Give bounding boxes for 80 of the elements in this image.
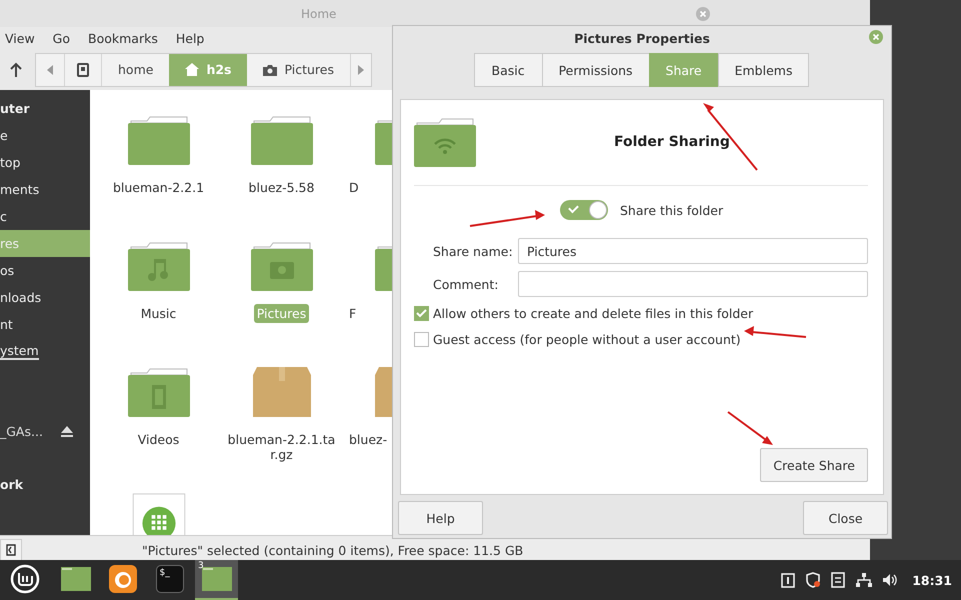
file-name: blueman-2.2.1 (112, 179, 206, 197)
tab[interactable]: Emblems (718, 53, 810, 87)
fox-icon (108, 565, 136, 593)
sidebar-item[interactable]: top (0, 149, 90, 176)
breadcrumb-button[interactable]: Pictures (247, 54, 350, 86)
home-icon (185, 63, 200, 76)
file-name: D (348, 179, 360, 197)
update-icon[interactable] (831, 572, 846, 588)
file-name: bluez-5.58 (248, 179, 316, 197)
terminal-icon: $_ (156, 565, 184, 593)
sidebar-item[interactable]: c (0, 203, 90, 230)
shield-icon[interactable] (806, 572, 820, 588)
left-arrow-icon (47, 64, 53, 74)
clipboard-icon[interactable] (781, 572, 796, 588)
window-title: Home (301, 6, 336, 20)
checkbox[interactable] (414, 306, 429, 321)
section-heading: Folder Sharing (614, 134, 730, 150)
menu-item[interactable]: View (5, 30, 35, 46)
right-arrow-icon (358, 64, 364, 74)
sidebar-item[interactable]: os (0, 257, 90, 284)
folder-icon[interactable] (250, 115, 312, 165)
sidebar-item[interactable]: e (0, 122, 90, 149)
toggle-switch[interactable] (560, 200, 608, 220)
taskbar-app[interactable]: $_ (148, 560, 191, 600)
up-arrow-icon[interactable] (9, 62, 23, 78)
checkbox-label: Allow others to create and delete files in this folder (433, 306, 754, 321)
sidebar-item[interactable]: _GAs... (0, 418, 90, 445)
menu-item[interactable]: Bookmarks (88, 30, 158, 46)
menu-item[interactable]: Go (52, 30, 70, 46)
annotation-arrow (727, 411, 773, 445)
logo-icon (10, 564, 40, 594)
file-name: blueman-2.2.1.tar.gz (226, 431, 336, 464)
input-field[interactable] (518, 271, 868, 297)
sidebar-item[interactable]: nt (0, 311, 90, 338)
breadcrumb-button[interactable]: home (102, 54, 170, 86)
checkbox[interactable] (414, 332, 429, 347)
close-icon[interactable] (869, 30, 883, 44)
field-label: Share name: (432, 244, 514, 258)
file-name: Pictures (254, 304, 310, 323)
taskbar-app[interactable]: 3 (195, 560, 238, 600)
sidebar-item[interactable]: nloads (0, 284, 90, 311)
clock[interactable]: 18:31 (912, 572, 952, 588)
close-icon[interactable] (696, 6, 710, 20)
music-folder-icon[interactable] (128, 241, 190, 291)
file-name: F (348, 305, 358, 323)
input-field[interactable]: Pictures (518, 238, 868, 264)
shared-folder-icon (414, 117, 476, 167)
tab[interactable]: Permissions (542, 53, 650, 87)
create-share-button[interactable]: Create Share (760, 448, 868, 482)
folder-icon (202, 567, 232, 591)
volume-icon[interactable] (883, 573, 898, 587)
camera-folder-icon[interactable] (250, 241, 312, 291)
dialog-title: Pictures Properties (574, 30, 710, 46)
folder-icon[interactable] (128, 115, 190, 165)
camera-icon (263, 64, 278, 76)
sidebar-toggle-button[interactable] (0, 539, 22, 561)
sidebar-header: ork (0, 476, 24, 494)
toggle-label: Share this folder (620, 202, 724, 218)
file-name: Videos (136, 431, 180, 449)
folder-icon (60, 567, 90, 591)
network-icon[interactable] (856, 572, 872, 588)
file-name: Music (140, 305, 178, 323)
sidebar-item[interactable]: ystem (0, 338, 90, 365)
field-label: Comment: (432, 276, 500, 292)
tab[interactable]: Basic (474, 53, 543, 87)
status-text: "Pictures" selected (containing 0 items), Free space: 11.5 GB (142, 542, 524, 558)
eject-icon[interactable] (61, 426, 73, 437)
sidebar-item[interactable]: ments (0, 176, 90, 203)
menu-item[interactable]: Help (176, 30, 204, 46)
dialog-button[interactable]: Help (398, 501, 483, 535)
sidebar-header: uter (0, 100, 31, 118)
panel-icon (6, 544, 16, 556)
window-count: 3 (198, 561, 204, 571)
dialog-button[interactable]: Close (803, 501, 888, 535)
file-name: bluez- (348, 431, 388, 449)
drive-icon (77, 62, 89, 76)
annotation-arrow (744, 326, 806, 338)
device-label: _GAs... (0, 424, 43, 439)
film-folder-icon[interactable] (128, 367, 190, 417)
checkbox-label: Guest access (for people without a user account) (433, 332, 741, 347)
